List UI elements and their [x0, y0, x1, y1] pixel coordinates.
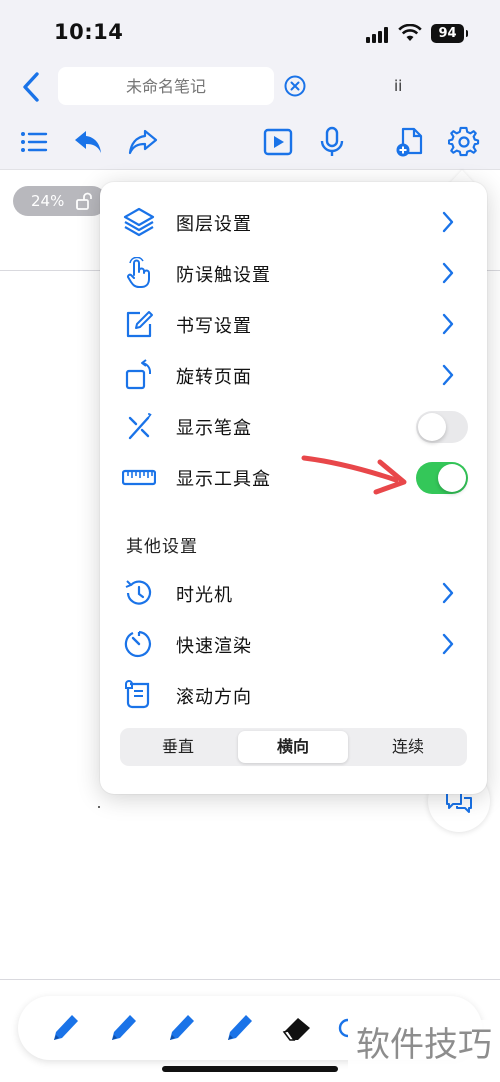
chevron-right-icon: [442, 262, 454, 284]
home-indicator: [162, 1066, 338, 1072]
play-icon[interactable]: [262, 126, 294, 158]
redo-icon[interactable]: [127, 126, 159, 158]
show-toolbox-toggle[interactable]: [416, 462, 468, 494]
canvas-dot: [98, 806, 100, 808]
section-header-other: 其他设置: [126, 537, 198, 557]
menu-item-label: 快速渲染: [176, 636, 252, 657]
timer-icon: [124, 630, 151, 658]
layers-icon: [123, 207, 155, 237]
zoom-level-text: 24%: [31, 192, 65, 210]
chevron-right-icon: [442, 582, 454, 604]
scroll-direction-segmented-control: 垂直 横向 连续: [120, 728, 467, 766]
watermark-text: 软件技巧: [348, 1020, 500, 1070]
undo-icon[interactable]: [72, 126, 104, 158]
menu-item-label: 书写设置: [176, 316, 252, 337]
chevron-right-icon: [442, 364, 454, 386]
status-time: 10:14: [54, 20, 124, 44]
touch-hand-icon: [127, 257, 150, 288]
menu-item-label: 时光机: [176, 585, 233, 606]
pen-icon[interactable]: [164, 1010, 198, 1046]
bottom-divider: [0, 979, 500, 980]
clear-title-icon[interactable]: [284, 75, 306, 97]
pen-icon[interactable]: [48, 1010, 82, 1046]
settings-gear-icon[interactable]: [448, 126, 480, 158]
show-pen-box-toggle[interactable]: [416, 411, 468, 443]
add-page-icon[interactable]: [394, 126, 426, 158]
unlock-icon: [76, 192, 92, 210]
menu-item-label: 图层设置: [176, 214, 252, 235]
menu-item-label: 防误触设置: [176, 265, 271, 286]
menu-item-label: 滚动方向: [176, 687, 252, 708]
menu-item-label: 显示笔盒: [176, 418, 252, 439]
menu-item-label: 显示工具盒: [176, 469, 271, 490]
chevron-right-icon: [442, 211, 454, 233]
menu-item-fast-render[interactable]: 快速渲染: [100, 619, 487, 669]
ruler-icon: [122, 469, 156, 486]
menu-item-show-pen-box: 显示笔盒: [100, 401, 487, 451]
segment-horizontal[interactable]: 横向: [238, 731, 348, 763]
annotation-arrow: [301, 455, 407, 495]
battery-indicator: 94: [431, 24, 468, 43]
navigation-bar: ii: [0, 62, 500, 114]
navbar-extra-text: ii: [394, 77, 403, 95]
history-icon: [125, 580, 152, 605]
menu-item-rotate-page[interactable]: 旋转页面: [100, 350, 487, 400]
zoom-level-chip[interactable]: 24%: [13, 186, 107, 216]
back-chevron-icon[interactable]: [18, 70, 44, 104]
menu-item-time-machine[interactable]: 时光机: [100, 568, 487, 618]
chevron-right-icon: [442, 313, 454, 335]
menu-item-label: 旋转页面: [176, 367, 252, 388]
editor-toolbar: [0, 114, 500, 170]
pen-icon[interactable]: [106, 1010, 140, 1046]
pen-box-icon: [128, 413, 152, 440]
status-bar: 10:14 94: [0, 0, 500, 62]
microphone-icon[interactable]: [316, 126, 348, 158]
menu-item-palm-rejection[interactable]: 防误触设置: [100, 248, 487, 298]
eraser-icon[interactable]: [280, 1010, 314, 1046]
menu-item-scroll-direction: 滚动方向: [100, 670, 487, 720]
scroll-icon: [125, 680, 150, 709]
chevron-right-icon: [442, 633, 454, 655]
list-icon[interactable]: [18, 126, 50, 158]
rotate-page-icon: [125, 359, 151, 390]
menu-item-show-toolbox: 显示工具盒: [100, 452, 487, 502]
segment-vertical[interactable]: 垂直: [123, 731, 233, 763]
menu-item-layers[interactable]: 图层设置: [100, 197, 487, 247]
note-title-input[interactable]: [58, 67, 274, 105]
edit-pen-icon: [126, 311, 153, 338]
menu-item-writing[interactable]: 书写设置: [100, 299, 487, 349]
segment-continuous[interactable]: 连续: [353, 731, 463, 763]
pen-icon[interactable]: [222, 1010, 256, 1046]
wifi-icon: [398, 24, 422, 41]
signal-icon: [366, 27, 390, 43]
settings-popover: 图层设置 防误触设置 书写设置 旋转页面 显示笔盒 显示工具盒 其他设置 时光机…: [100, 182, 487, 794]
